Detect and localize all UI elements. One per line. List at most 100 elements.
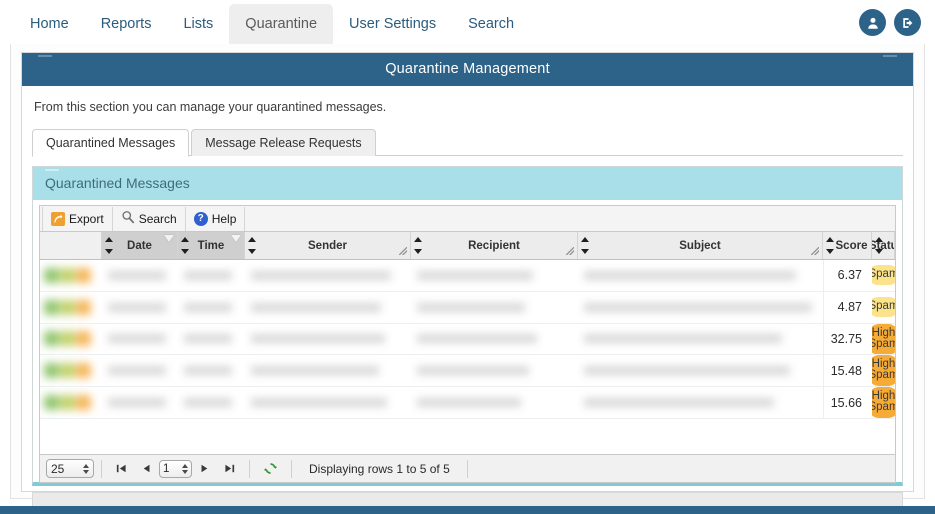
redacted-content <box>178 271 245 280</box>
sort-arrows-icon[interactable] <box>180 232 189 259</box>
row-actions-cell[interactable] <box>40 387 102 418</box>
filter-icon[interactable] <box>164 235 174 242</box>
cell-time <box>178 355 245 386</box>
table-row[interactable]: 15.48 High Spam <box>40 355 895 387</box>
table-row[interactable]: 32.75 High Spam <box>40 324 895 356</box>
redacted-content <box>102 303 178 312</box>
page-size-select[interactable]: 25 <box>46 459 94 478</box>
search-button[interactable]: Search <box>113 207 186 231</box>
column-header-sender[interactable]: Sender <box>245 232 411 259</box>
table-row[interactable]: 15.66 High Spam <box>40 387 895 419</box>
page-size-value: 25 <box>51 462 64 476</box>
column-header-date[interactable]: Date <box>102 232 178 259</box>
column-header-score[interactable]: Score <box>823 232 872 259</box>
row-action-icons[interactable] <box>40 363 91 378</box>
row-action-icons[interactable] <box>40 395 91 410</box>
help-label: Help <box>212 212 237 226</box>
logout-button[interactable] <box>894 9 921 36</box>
cell-score: 32.75 <box>823 324 872 355</box>
help-button[interactable]: ? Help <box>186 207 246 231</box>
nav-item-home[interactable]: Home <box>14 4 85 44</box>
grid-body: Export Search ? Help <box>39 205 896 483</box>
page-number-input[interactable]: 1 <box>159 460 192 478</box>
cell-status: High Spam <box>872 324 895 355</box>
column-resize-handle[interactable] <box>566 247 574 255</box>
status-badge[interactable]: Spam <box>872 265 895 285</box>
cell-date <box>102 387 178 418</box>
column-header-actions[interactable] <box>40 232 102 259</box>
redacted-content <box>245 366 411 375</box>
table-row[interactable]: 6.37 Spam <box>40 260 895 292</box>
redacted-content <box>411 271 578 280</box>
sort-arrows-icon[interactable] <box>825 232 834 259</box>
page-intro-text: From this section you can manage your qu… <box>22 86 913 130</box>
top-navigation-bar: Home Reports Lists Quarantine User Setti… <box>0 0 935 44</box>
nav-item-search[interactable]: Search <box>452 4 530 44</box>
nav-item-reports[interactable]: Reports <box>85 4 168 44</box>
redacted-content <box>411 366 578 375</box>
chevron-updown-icon <box>83 464 89 474</box>
cell-recipient <box>411 260 578 291</box>
pagination-status-text: Displaying rows 1 to 5 of 5 <box>299 462 460 476</box>
column-header-status[interactable]: Status <box>872 232 895 259</box>
cell-time <box>178 324 245 355</box>
row-action-icons[interactable] <box>40 268 91 283</box>
divider <box>291 460 292 478</box>
cell-status: High Spam <box>872 387 895 418</box>
cell-subject <box>578 324 823 355</box>
cell-date <box>102 292 178 323</box>
cell-subject <box>578 387 823 418</box>
column-resize-handle[interactable] <box>399 247 407 255</box>
row-actions-cell[interactable] <box>40 292 102 323</box>
cell-sender <box>245 324 411 355</box>
column-header-subject[interactable]: Subject <box>578 232 823 259</box>
status-badge[interactable]: High Spam <box>872 355 895 386</box>
cell-sender <box>245 260 411 291</box>
refresh-button[interactable] <box>257 461 284 476</box>
redacted-content <box>178 334 245 343</box>
table-row[interactable]: 4.87 Spam <box>40 292 895 324</box>
redacted-content <box>411 334 578 343</box>
previous-page-icon <box>140 462 153 475</box>
tab-quarantined-messages[interactable]: Quarantined Messages <box>32 129 189 157</box>
main-nav-tabs: Home Reports Lists Quarantine User Setti… <box>14 0 530 44</box>
last-page-button[interactable] <box>217 462 242 475</box>
filter-icon[interactable] <box>231 235 241 242</box>
export-button[interactable]: Export <box>42 207 113 231</box>
tab-message-release-requests[interactable]: Message Release Requests <box>191 129 375 156</box>
next-page-button[interactable] <box>192 462 217 475</box>
nav-item-quarantine[interactable]: Quarantine <box>229 4 333 44</box>
account-button[interactable] <box>859 9 886 36</box>
logout-icon <box>901 16 915 30</box>
nav-item-lists[interactable]: Lists <box>167 4 229 44</box>
column-header-recipient[interactable]: Recipient <box>411 232 578 259</box>
cell-status: Spam <box>872 260 895 291</box>
column-header-date-label: Date <box>127 240 152 252</box>
cell-score: 15.66 <box>823 387 872 418</box>
cell-subject <box>578 292 823 323</box>
redacted-content <box>245 398 411 407</box>
sort-arrows-icon[interactable] <box>104 232 113 259</box>
row-actions-cell[interactable] <box>40 324 102 355</box>
row-action-icons[interactable] <box>40 300 91 315</box>
cell-score: 15.48 <box>823 355 872 386</box>
column-header-subject-label: Subject <box>679 240 721 252</box>
status-badge[interactable]: High Spam <box>872 387 895 418</box>
row-actions-cell[interactable] <box>40 355 102 386</box>
sort-arrows-icon[interactable] <box>874 232 883 259</box>
row-action-icons[interactable] <box>40 331 91 346</box>
status-badge[interactable]: High Spam <box>872 324 895 355</box>
redacted-content <box>245 334 411 343</box>
nav-item-user-settings[interactable]: User Settings <box>333 4 452 44</box>
sort-arrows-icon[interactable] <box>247 232 256 259</box>
column-header-time[interactable]: Time <box>178 232 245 259</box>
sort-arrows-icon[interactable] <box>413 232 422 259</box>
first-page-button[interactable] <box>109 462 134 475</box>
column-resize-handle[interactable] <box>811 247 819 255</box>
sort-arrows-icon[interactable] <box>580 232 589 259</box>
next-page-icon <box>198 462 211 475</box>
previous-page-button[interactable] <box>134 462 159 475</box>
table-body: 6.37 Spam <box>40 260 895 454</box>
row-actions-cell[interactable] <box>40 260 102 291</box>
status-badge[interactable]: Spam <box>872 297 895 317</box>
